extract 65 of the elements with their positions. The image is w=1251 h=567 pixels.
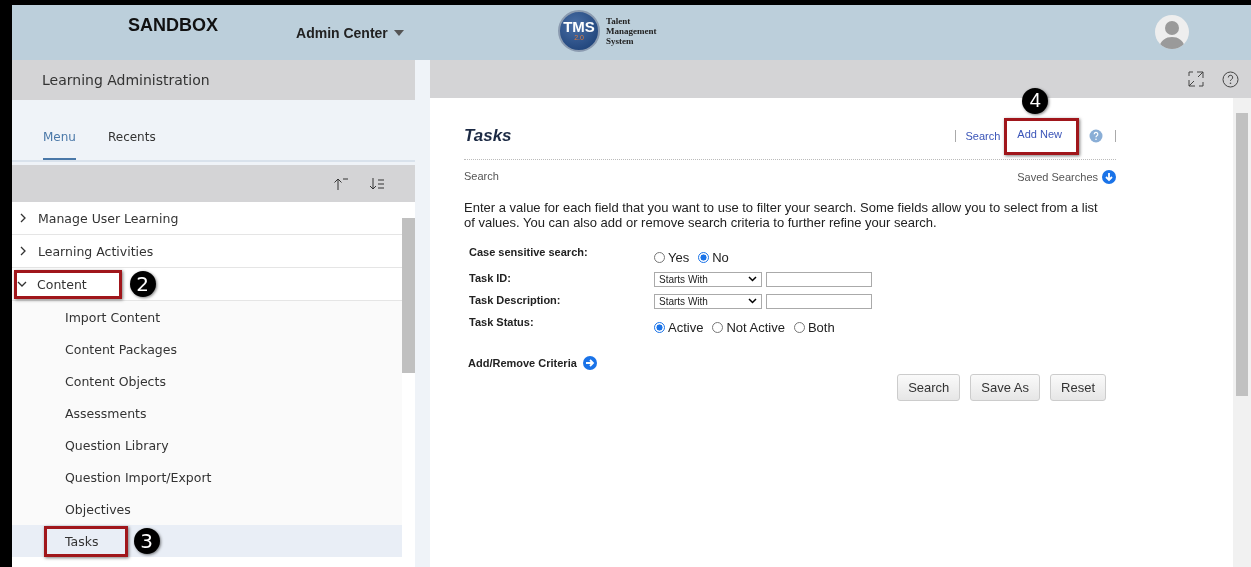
menu-tab[interactable]: Recents <box>107 129 156 160</box>
radio-button[interactable] <box>698 251 710 263</box>
header-link[interactable]: Search <box>965 130 1001 142</box>
submenu-item[interactable]: Tasks <box>65 533 99 549</box>
radio-label: Both <box>807 319 835 335</box>
submenu-item[interactable]: Content Packages <box>65 341 177 357</box>
radio-label: Active <box>668 319 704 335</box>
panel-title: Learning Administration <box>12 60 415 100</box>
menu-item[interactable]: Learning Activities <box>12 235 402 268</box>
section-label: Search <box>464 170 499 184</box>
logo-mark-text: TMS <box>563 20 595 34</box>
environment-label: SANDBOX <box>128 15 218 36</box>
caret-icon <box>393 29 404 36</box>
logo-text: Talent <box>606 16 632 26</box>
submenu-item[interactable]: Question Library <box>65 437 169 453</box>
menu-item-label: Content <box>37 276 87 292</box>
instructions-text: Enter a value for each field that you want to use to filter your search. Some fields allow you to select from a list of values. You can also add or remove search criteria to further refine your search. <box>464 200 1099 230</box>
header-link[interactable]: Add New <box>1017 127 1062 140</box>
text-input[interactable] <box>766 293 872 309</box>
submenu-item[interactable]: Question Import/Export <box>65 469 212 485</box>
arrow-right-icon[interactable] <box>582 356 597 370</box>
field-label: Task Status: <box>469 315 535 330</box>
callout-number-badge: 3 <box>133 528 160 554</box>
submenu-item[interactable]: Assessments <box>65 405 147 421</box>
page-title: Tasks <box>464 126 512 146</box>
admin-center-menu[interactable]: Admin Center <box>296 24 404 41</box>
radio-button[interactable] <box>654 321 665 333</box>
menu-tab[interactable]: Menu <box>43 129 76 160</box>
expand-icon[interactable] <box>1188 71 1204 87</box>
chevron-right-icon <box>18 246 28 256</box>
text-input[interactable] <box>766 271 872 287</box>
saved-searches-link[interactable]: Saved Searches <box>1017 171 1098 183</box>
operator-dropdown[interactable]: Starts With <box>654 271 762 287</box>
menu-item[interactable]: Manage User Learning <box>12 202 402 235</box>
scrollbar-thumb[interactable] <box>402 218 415 373</box>
field-label: Task Description: <box>469 293 562 308</box>
menu-item-label: Manage User Learning <box>38 210 179 226</box>
logo-text: System <box>606 36 635 46</box>
chevron-down-icon <box>748 276 757 282</box>
arrow-down-icon[interactable] <box>1102 170 1116 184</box>
radio-label: Not Active <box>726 319 785 335</box>
criteria-link[interactable]: Add/Remove Criteria <box>468 357 577 369</box>
help-icon[interactable] <box>1089 129 1103 143</box>
action-button[interactable]: Reset <box>1050 374 1106 401</box>
field-label: Task ID: <box>469 271 512 286</box>
help-icon[interactable] <box>1222 70 1239 88</box>
menu-item-label: Learning Activities <box>38 243 154 259</box>
scrollbar-thumb[interactable] <box>1236 113 1248 396</box>
avatar-icon[interactable] <box>1155 15 1189 49</box>
submenu-item[interactable]: Content Objects <box>65 373 166 389</box>
chevron-down-icon <box>17 279 27 289</box>
field-label: Case sensitive search: <box>469 245 589 260</box>
radio-label: No <box>712 249 729 265</box>
action-button[interactable]: Search <box>897 374 961 401</box>
action-button[interactable]: Save As <box>970 374 1041 401</box>
chevron-down-icon <box>748 298 757 304</box>
sort-ascending-icon[interactable] <box>333 177 349 190</box>
chevron-right-icon <box>18 213 28 223</box>
radio-label: Yes <box>668 249 690 265</box>
submenu-item[interactable]: Objectives <box>65 501 131 517</box>
callout-number-badge: 2 <box>129 271 156 297</box>
sort-list-icon[interactable] <box>369 177 385 190</box>
submenu-item[interactable]: Import Content <box>65 309 161 325</box>
operator-dropdown[interactable]: Starts With <box>654 293 762 309</box>
logo-text: Management <box>606 26 657 36</box>
